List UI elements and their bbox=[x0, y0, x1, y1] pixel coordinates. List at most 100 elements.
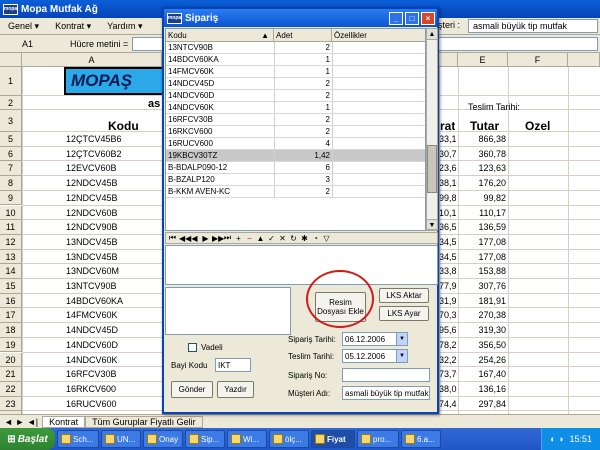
row-header[interactable]: 1 bbox=[0, 67, 22, 96]
code-cell[interactable]: 13NTCV90B bbox=[66, 281, 176, 291]
table-row[interactable]: 16RFCV30B 2 bbox=[166, 114, 425, 126]
lks-ayar-button[interactable]: LKS Ayar bbox=[379, 306, 429, 321]
total-cell[interactable]: 110,17 bbox=[458, 208, 506, 218]
adet-cell[interactable]: 1 bbox=[274, 102, 330, 113]
prev-record-icon[interactable]: ◀ bbox=[190, 234, 199, 243]
kodu-cell[interactable]: 16RFCV30B bbox=[168, 114, 272, 125]
kodu-cell[interactable]: 19KBCV30TZ bbox=[168, 150, 272, 161]
ozellik-memo[interactable] bbox=[165, 245, 438, 285]
total-cell[interactable]: 153,88 bbox=[458, 266, 506, 276]
code-cell[interactable]: 14BDCV60KA bbox=[66, 296, 176, 306]
chevron-down-icon[interactable]: ▼ bbox=[396, 333, 407, 345]
taskbar-item[interactable]: Onay bbox=[143, 430, 183, 448]
adet-cell[interactable]: 1 bbox=[274, 66, 330, 77]
kodu-cell[interactable]: B-BDALP090-12 bbox=[168, 162, 272, 173]
grid-header-adet[interactable]: Adet bbox=[274, 29, 332, 42]
adet-cell[interactable]: 6 bbox=[274, 162, 330, 173]
row-header[interactable]: 9 bbox=[0, 190, 22, 206]
price-cell[interactable]: 32,28 bbox=[439, 355, 457, 365]
col-header-a[interactable]: A bbox=[22, 53, 162, 67]
kodu-cell[interactable]: 16RUCV600 bbox=[168, 138, 272, 149]
grid-scrollbar[interactable]: ▲ ▼ bbox=[426, 28, 438, 231]
total-cell[interactable]: 270,38 bbox=[458, 310, 506, 320]
table-row[interactable]: 13NTCV90B 2 bbox=[166, 42, 425, 54]
taskbar-item[interactable]: Sip... bbox=[185, 430, 225, 448]
price-cell[interactable]: 38,08 bbox=[439, 384, 457, 394]
chevron-down-icon[interactable]: ▼ bbox=[396, 350, 407, 362]
adet-cell[interactable]: 2 bbox=[274, 90, 330, 101]
kodu-cell[interactable]: 13NTCV90B bbox=[168, 42, 272, 53]
customer-field[interactable]: asmali büyük tip mutfak bbox=[468, 19, 598, 33]
price-cell[interactable]: 99,82 bbox=[439, 193, 457, 203]
table-row[interactable]: 16RUCV600 4 bbox=[166, 138, 425, 150]
taskbar-item[interactable]: Fiyat bbox=[311, 430, 355, 448]
siparis-no-field[interactable] bbox=[342, 368, 430, 382]
taskbar-item[interactable]: Sch... bbox=[57, 430, 99, 448]
price-cell[interactable]: 95,65 bbox=[439, 325, 457, 335]
code-cell[interactable]: 12NDCV90B bbox=[66, 222, 176, 232]
sheet-tab-tum-guruplar[interactable]: Tüm Guruplar Fiyatlı Gelir bbox=[85, 415, 203, 428]
first-record-icon[interactable]: ⏮ bbox=[168, 233, 177, 243]
scroll-thumb[interactable] bbox=[427, 145, 437, 193]
vadeli-checkbox[interactable] bbox=[188, 343, 197, 352]
scroll-down-icon[interactable]: ▼ bbox=[427, 219, 437, 230]
code-cell[interactable]: 12NDCV60B bbox=[66, 208, 176, 218]
price-cell[interactable]: 38,10 bbox=[439, 178, 457, 188]
filter-icon[interactable]: ▽ bbox=[322, 234, 331, 243]
kodu-cell[interactable]: 14NDCV60D bbox=[168, 90, 272, 101]
kodu-cell[interactable]: 16RKCV600 bbox=[168, 126, 272, 137]
close-icon[interactable]: × bbox=[421, 11, 435, 25]
table-row[interactable]: 14FMCV60K 1 bbox=[166, 66, 425, 78]
row-header[interactable]: 22 bbox=[0, 381, 22, 397]
price-cell[interactable]: 73,70 bbox=[439, 369, 457, 379]
code-cell[interactable]: 12NDCV45B bbox=[66, 193, 176, 203]
code-cell[interactable]: 12ÇTCV60B2 bbox=[66, 149, 176, 159]
row-header[interactable]: 17 bbox=[0, 308, 22, 324]
taskbar-item[interactable]: pro... bbox=[357, 430, 399, 448]
code-cell[interactable]: 13NDCV45B bbox=[66, 252, 176, 262]
kodu-cell[interactable]: B-KKM AVEN-KC bbox=[168, 186, 272, 197]
price-cell[interactable]: 74,46 bbox=[439, 399, 457, 409]
code-cell[interactable]: 14NDCV60D bbox=[66, 340, 176, 350]
adet-cell[interactable]: 2 bbox=[274, 126, 330, 137]
gonder-button[interactable]: Gönder bbox=[171, 381, 213, 398]
total-cell[interactable]: 176,20 bbox=[458, 178, 506, 188]
code-cell[interactable]: 12EVCV60B bbox=[66, 163, 176, 173]
yazdir-button[interactable]: Yazdır bbox=[217, 381, 254, 398]
row-header[interactable]: 6 bbox=[0, 146, 22, 162]
cancel-record-icon[interactable]: ✕ bbox=[278, 234, 287, 243]
grid-header-ozellikler[interactable]: Özellikler bbox=[332, 29, 425, 42]
price-cell[interactable]: 33,88 bbox=[439, 266, 457, 276]
price-cell[interactable]: 33,19 bbox=[439, 134, 457, 144]
total-cell[interactable]: 123,63 bbox=[458, 163, 506, 173]
row-header[interactable]: 2 bbox=[0, 96, 22, 110]
total-cell[interactable]: 181,91 bbox=[458, 296, 506, 306]
menu-genel[interactable]: Genel ▾ bbox=[0, 21, 47, 32]
code-cell[interactable]: 16RKCV600 bbox=[66, 384, 176, 394]
row-header[interactable]: 11 bbox=[0, 220, 22, 235]
kodu-cell[interactable]: 14FMCV60K bbox=[168, 66, 272, 77]
row-header[interactable]: 14 bbox=[0, 264, 22, 279]
total-cell[interactable]: 319,30 bbox=[458, 325, 506, 335]
adet-cell[interactable]: 2 bbox=[274, 42, 330, 53]
sheet-tab-kontrat[interactable]: Kontrat bbox=[42, 415, 86, 428]
tab-nav-icons[interactable]: ◄ ► ◄| bbox=[0, 417, 42, 427]
delete-record-icon[interactable]: − bbox=[245, 234, 254, 243]
price-cell[interactable]: 34,59 bbox=[439, 237, 457, 247]
table-row[interactable]: 14NDCV60K 1 bbox=[166, 102, 425, 114]
minimize-icon[interactable]: _ bbox=[389, 11, 403, 25]
refresh-icon[interactable]: ↻ bbox=[289, 234, 298, 243]
taskbar-item[interactable]: ölç... bbox=[269, 430, 309, 448]
col-header-c[interactable] bbox=[439, 53, 458, 67]
row-header[interactable]: 5 bbox=[0, 132, 22, 147]
musteri-adi-field[interactable]: asmali büyük tip mutfak bbox=[342, 386, 430, 400]
total-cell[interactable]: 177,08 bbox=[458, 252, 506, 262]
taskbar-item[interactable]: 6.a... bbox=[401, 430, 441, 448]
lks-aktar-button[interactable]: LKS Aktar bbox=[379, 288, 429, 303]
col-header-g[interactable] bbox=[568, 53, 600, 67]
row-header[interactable]: 10 bbox=[0, 205, 22, 221]
table-row[interactable]: 16RKCV600 2 bbox=[166, 126, 425, 138]
bayi-kodu-field[interactable]: IKT bbox=[215, 358, 251, 372]
scroll-up-icon[interactable]: ▲ bbox=[427, 29, 437, 40]
formula-input-right[interactable] bbox=[438, 37, 598, 51]
